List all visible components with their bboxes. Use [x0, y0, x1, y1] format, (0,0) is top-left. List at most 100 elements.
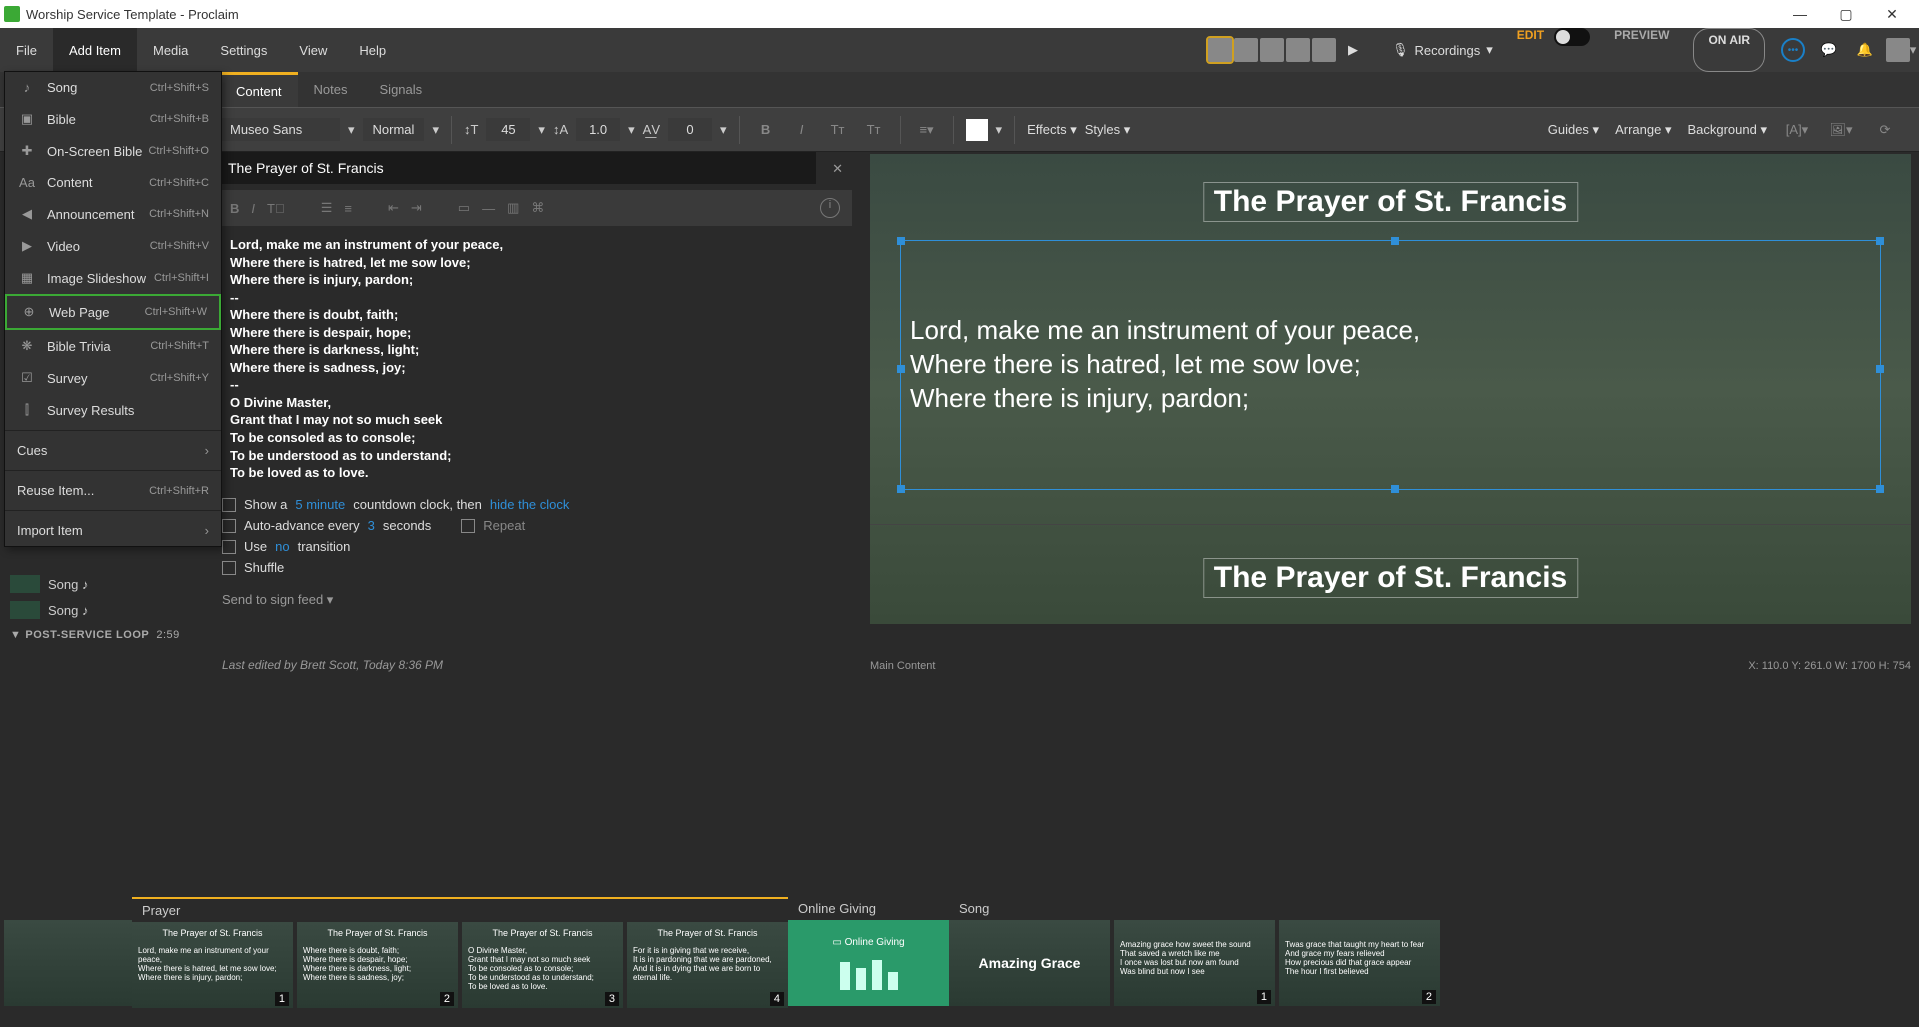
avatar[interactable]	[1234, 38, 1258, 62]
avatar[interactable]	[1312, 38, 1336, 62]
hr-icon[interactable]: —	[482, 201, 495, 216]
profile-avatar[interactable]: ▾	[1883, 28, 1919, 72]
thumb-prayer-slide[interactable]: The Prayer of St. FrancisO Divine Master…	[462, 922, 623, 1008]
bullet-list-icon[interactable]: ☰	[321, 200, 333, 216]
more-icon[interactable]: •••	[1775, 28, 1811, 72]
sidebar-item-song[interactable]: Song ♪	[0, 571, 218, 597]
indent-icon[interactable]: ⇥	[411, 200, 422, 216]
font-size[interactable]: 45	[486, 118, 530, 141]
clear-format-icon[interactable]: T⃠	[267, 201, 285, 216]
line-height[interactable]: 1.0	[576, 118, 620, 141]
add-item-announcement[interactable]: ◀AnnouncementCtrl+Shift+N	[5, 198, 221, 230]
slide-title-input[interactable]: The Prayer of St. Francis	[218, 152, 816, 184]
preview-title[interactable]: The Prayer of St. Francis	[1203, 182, 1578, 222]
guides-dropdown[interactable]: Guides ▾	[1548, 122, 1599, 138]
textbox-icon[interactable]: [A]▾	[1783, 122, 1811, 138]
background-dropdown[interactable]: Background ▾	[1687, 122, 1767, 138]
avatar[interactable]	[1260, 38, 1284, 62]
color-swatch[interactable]	[966, 119, 988, 141]
bell-icon[interactable]: 🔔	[1847, 28, 1883, 72]
menu-reuse-item[interactable]: Reuse Item...Ctrl+Shift+R	[5, 475, 221, 506]
align-icon[interactable]: ≡▾	[913, 122, 941, 138]
edit-preview-toggle[interactable]	[1554, 28, 1590, 46]
thumb-song-slide[interactable]: Amazing grace how sweet the soundThat sa…	[1114, 920, 1275, 1006]
thumb-prayer-slide[interactable]: The Prayer of St. FrancisFor it is in gi…	[627, 922, 788, 1008]
info-icon[interactable]: i	[820, 198, 840, 218]
bold-icon[interactable]: B	[230, 201, 239, 216]
smallcaps-icon[interactable]: Tᴛ	[860, 122, 888, 137]
tab-content[interactable]: Content	[220, 72, 298, 107]
add-item-image-slideshow[interactable]: ▦Image SlideshowCtrl+Shift+I	[5, 262, 221, 294]
code-icon[interactable]: ⌘	[531, 200, 544, 216]
mode-edit[interactable]: EDIT	[1507, 28, 1554, 72]
italic-icon[interactable]: I	[788, 122, 816, 137]
pre-thumb[interactable]	[4, 920, 132, 1006]
opt-countdown[interactable]: Show a 5 minute countdown clock, then hi…	[222, 494, 848, 515]
opt-autoadvance[interactable]: Auto-advance every 3 seconds Repeat	[222, 515, 848, 536]
add-item-survey-results[interactable]: ⫿Survey Results	[5, 394, 221, 426]
opt-transition[interactable]: Use no transition	[222, 536, 848, 557]
slide-preview[interactable]: The Prayer of St. Francis Lord, make me …	[870, 154, 1911, 624]
close-editor-button[interactable]: ✕	[820, 161, 856, 177]
post-service-header[interactable]: ▼POST-SERVICE LOOP 2:59	[0, 623, 218, 647]
menu-media[interactable]: Media	[137, 28, 204, 72]
thumb-giving[interactable]: ▭ Online Giving	[788, 920, 949, 1006]
case-icon[interactable]: Tᴛ	[824, 122, 852, 137]
mode-preview[interactable]: PREVIEW	[1600, 28, 1683, 72]
columns-icon[interactable]: ▥	[507, 200, 519, 216]
menu-help[interactable]: Help	[343, 28, 402, 72]
italic-icon[interactable]: I	[251, 201, 255, 216]
maximize-button[interactable]: ▢	[1823, 0, 1869, 28]
outdent-icon[interactable]: ⇤	[388, 200, 399, 216]
close-button[interactable]: ✕	[1869, 0, 1915, 28]
tab-signals[interactable]: Signals	[364, 72, 439, 107]
lyrics-textarea[interactable]: Lord, make me an instrument of your peac…	[218, 226, 852, 484]
thumb-song-title[interactable]: Amazing Grace	[949, 920, 1110, 1006]
add-item-content[interactable]: AaContentCtrl+Shift+C	[5, 167, 221, 198]
add-item-menu: ♪SongCtrl+Shift+S▣BibleCtrl+Shift+B✚On-S…	[4, 71, 222, 547]
effects-dropdown[interactable]: Effects ▾	[1027, 122, 1077, 138]
tracking[interactable]: 0	[668, 118, 712, 141]
send-sign-feed[interactable]: Send to sign feed ▾	[222, 592, 848, 608]
menu-file[interactable]: File	[0, 28, 53, 72]
tab-notes[interactable]: Notes	[298, 72, 364, 107]
thumb-header-giving: Online Giving	[788, 897, 949, 920]
recordings-dropdown[interactable]: 🎙 Recordings▾	[1378, 28, 1507, 72]
menu-settings[interactable]: Settings	[204, 28, 283, 72]
menu-cues[interactable]: Cues›	[5, 435, 221, 466]
number-list-icon[interactable]: ≡	[344, 201, 352, 216]
thumb-song-slide[interactable]: Twas grace that taught my heart to fearA…	[1279, 920, 1440, 1006]
image-icon[interactable]: 🖼▾	[1827, 122, 1855, 138]
chat-icon[interactable]: 💬	[1811, 28, 1847, 72]
add-item-song[interactable]: ♪SongCtrl+Shift+S	[5, 72, 221, 103]
window-title: Worship Service Template - Proclaim	[26, 7, 239, 22]
thumb-prayer-slide[interactable]: The Prayer of St. FrancisWhere there is …	[297, 922, 458, 1008]
arrange-dropdown[interactable]: Arrange ▾	[1615, 122, 1671, 138]
sidebar-item-song[interactable]: Song ♪	[0, 597, 218, 623]
on-air-button[interactable]: ON AIR	[1693, 28, 1765, 72]
menu-import-item[interactable]: Import Item›	[5, 515, 221, 546]
add-item-survey[interactable]: ☑SurveyCtrl+Shift+Y	[5, 362, 221, 394]
add-item-bible[interactable]: ▣BibleCtrl+Shift+B	[5, 103, 221, 135]
thumb-prayer-slide[interactable]: The Prayer of St. FrancisLord, make me a…	[132, 922, 293, 1008]
preview-title-2[interactable]: The Prayer of St. Francis	[1203, 558, 1578, 598]
play-icon[interactable]: ▶	[1338, 42, 1368, 58]
minimize-button[interactable]: —	[1777, 0, 1823, 28]
thumb-header-prayer: Prayer	[132, 899, 788, 922]
add-item-bible-trivia[interactable]: ❋Bible TriviaCtrl+Shift+T	[5, 330, 221, 362]
add-item-video[interactable]: ▶VideoCtrl+Shift+V	[5, 230, 221, 262]
add-item-web-page[interactable]: ⊕Web PageCtrl+Shift+W	[5, 294, 221, 330]
font-select[interactable]: Museo Sans	[220, 118, 340, 141]
menu-add-item[interactable]: Add Item	[53, 28, 137, 72]
add-item-on-screen-bible[interactable]: ✚On-Screen BibleCtrl+Shift+O	[5, 135, 221, 167]
styles-dropdown[interactable]: Styles ▾	[1085, 122, 1131, 138]
reset-icon[interactable]: ⟳	[1871, 122, 1899, 138]
avatar[interactable]	[1208, 38, 1232, 62]
preview-body-text[interactable]: Lord, make me an instrument of your peac…	[910, 314, 1871, 415]
bold-icon[interactable]: B	[752, 122, 780, 137]
avatar[interactable]	[1286, 38, 1310, 62]
menu-view[interactable]: View	[283, 28, 343, 72]
opt-shuffle[interactable]: Shuffle	[222, 557, 848, 578]
weight-select[interactable]: Normal	[363, 118, 425, 141]
insert-icon[interactable]: ▭	[458, 200, 470, 216]
